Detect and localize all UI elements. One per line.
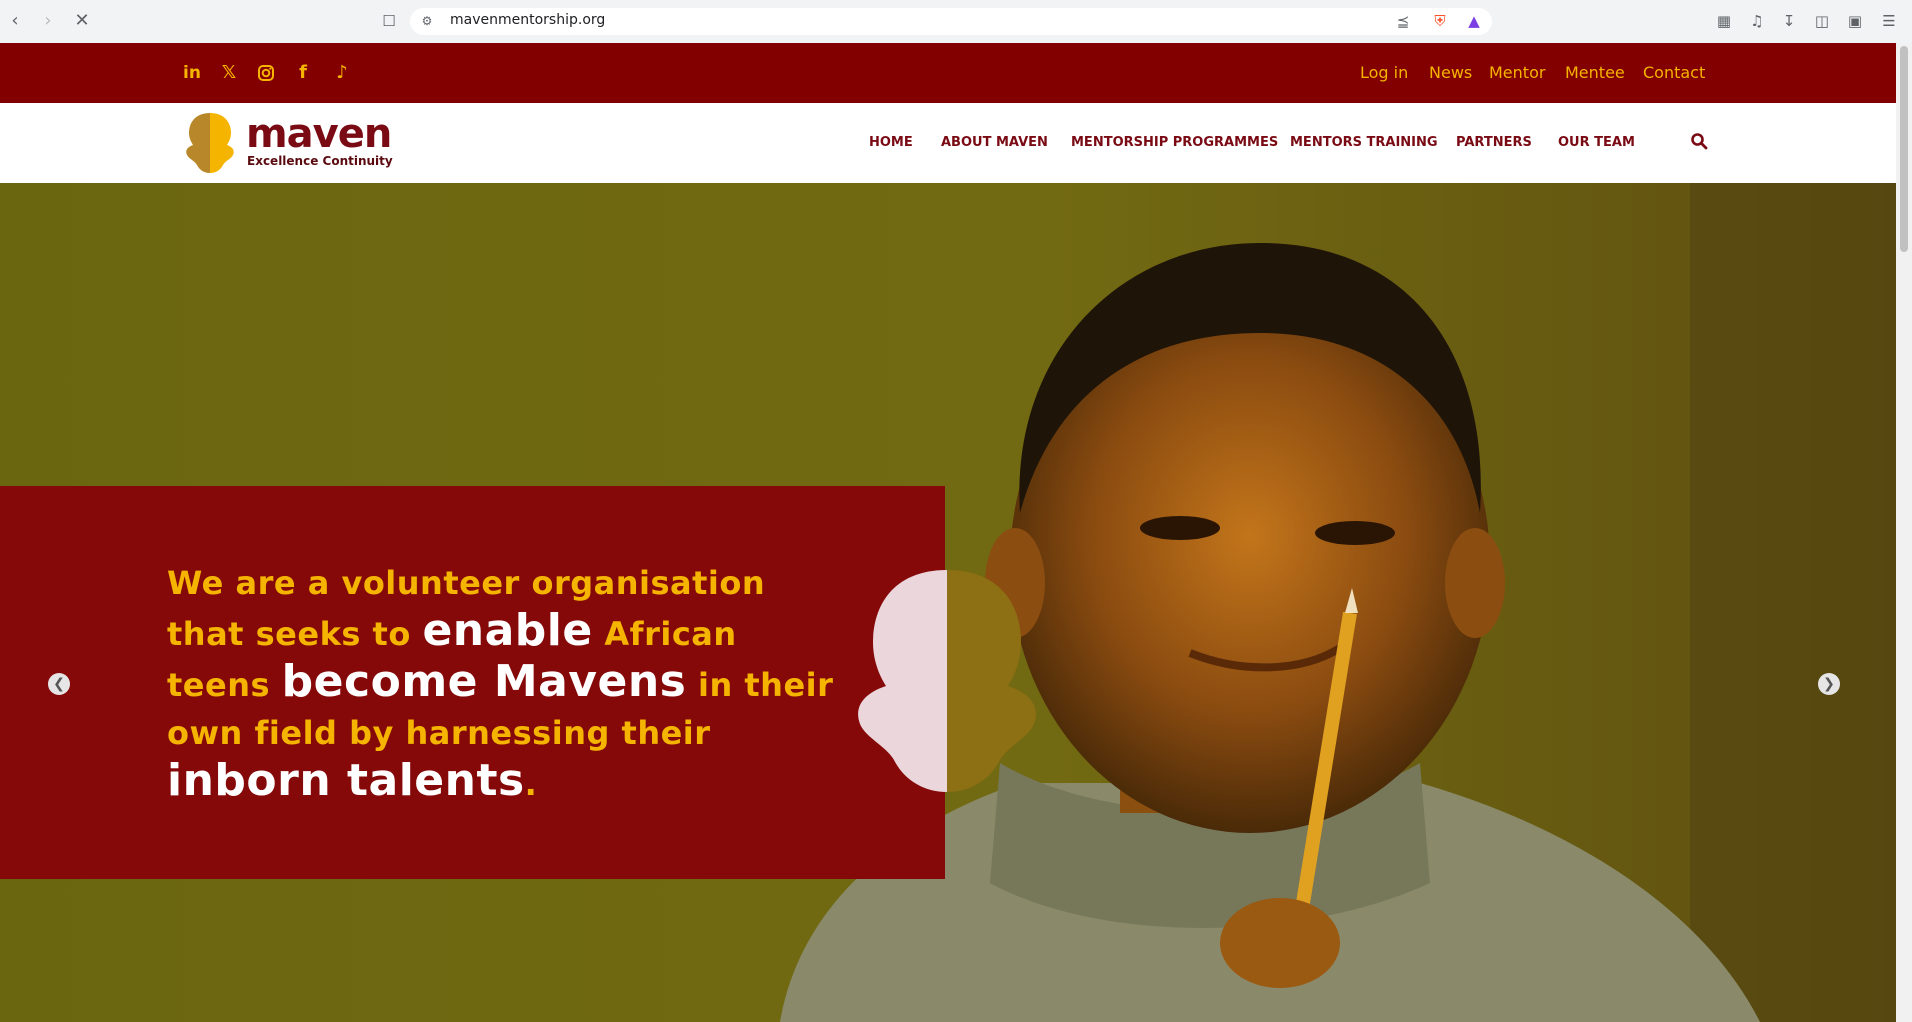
- scrollbar-thumb[interactable]: [1900, 46, 1908, 252]
- hero-slider: We are a volunteer organisation that see…: [0, 183, 1896, 1022]
- sidebar-icon[interactable]: ◫: [1813, 12, 1831, 30]
- hero-text-inborn-talents: inborn talents: [167, 755, 525, 806]
- nav-mentors-training[interactable]: MENTORS TRAINING: [1290, 103, 1438, 183]
- share-icon[interactable]: ⪳: [1394, 12, 1412, 30]
- top-bar: in 𝕏 f ♪ Log in News Mentor Mentee Conta…: [0, 43, 1896, 103]
- logo-head-icon[interactable]: [183, 111, 237, 175]
- brave-shields-icon[interactable]: ⛨: [1431, 12, 1449, 30]
- forward-icon[interactable]: ›: [38, 11, 58, 31]
- hero-text-become-mavens: become Mavens: [281, 656, 687, 707]
- instagram-icon[interactable]: [254, 43, 278, 103]
- browser-toolbar: ‹ › ✕ ☐ ⚙ mavenmentorship.org ⪳ ⛨ ▲ ▦ ♫ …: [0, 0, 1912, 44]
- facebook-icon[interactable]: f: [291, 43, 315, 103]
- nav-mentorship-programmes[interactable]: MENTORSHIP PROGRAMMES: [1071, 103, 1278, 183]
- login-link[interactable]: Log in: [1360, 43, 1408, 103]
- site-settings-icon[interactable]: ⚙: [418, 12, 436, 30]
- brave-rewards-icon[interactable]: ▲: [1465, 12, 1483, 30]
- logo-tagline: Excellence Continuity: [247, 154, 393, 168]
- hero-text-enable: enable: [422, 605, 593, 656]
- logo-wordmark[interactable]: maven: [246, 111, 392, 157]
- nav-home[interactable]: HOME: [869, 103, 913, 183]
- contact-link[interactable]: Contact: [1643, 43, 1705, 103]
- hero-text-period: .: [524, 765, 538, 803]
- download-icon[interactable]: ↧: [1780, 12, 1798, 30]
- search-icon[interactable]: [1690, 132, 1708, 150]
- menu-icon[interactable]: ☰: [1880, 12, 1898, 30]
- mentee-link[interactable]: Mentee: [1565, 43, 1625, 103]
- stop-loading-icon[interactable]: ✕: [72, 11, 92, 31]
- mentor-link[interactable]: Mentor: [1489, 43, 1545, 103]
- main-nav: maven Excellence Continuity HOME ABOUT M…: [0, 103, 1896, 183]
- extensions-icon[interactable]: ▦: [1715, 12, 1733, 30]
- wallet-icon[interactable]: ▣: [1846, 12, 1864, 30]
- nav-partners[interactable]: PARTNERS: [1456, 103, 1532, 183]
- maven-head-graphic: [858, 570, 1036, 792]
- tiktok-icon[interactable]: ♪: [330, 43, 354, 103]
- linkedin-icon[interactable]: in: [180, 43, 204, 103]
- news-link[interactable]: News: [1429, 43, 1472, 103]
- x-icon[interactable]: 𝕏: [217, 43, 241, 103]
- hero-headline: We are a volunteer organisation that see…: [167, 559, 847, 808]
- slider-prev-icon[interactable]: ❮: [48, 673, 70, 695]
- bookmark-icon[interactable]: ☐: [380, 12, 398, 30]
- back-icon[interactable]: ‹: [5, 11, 25, 31]
- media-icon[interactable]: ♫: [1748, 12, 1766, 30]
- slider-next-icon[interactable]: ❯: [1818, 673, 1840, 695]
- url-text[interactable]: mavenmentorship.org: [450, 12, 605, 28]
- nav-about-maven[interactable]: ABOUT MAVEN: [941, 103, 1048, 183]
- nav-our-team[interactable]: OUR TEAM: [1558, 103, 1635, 183]
